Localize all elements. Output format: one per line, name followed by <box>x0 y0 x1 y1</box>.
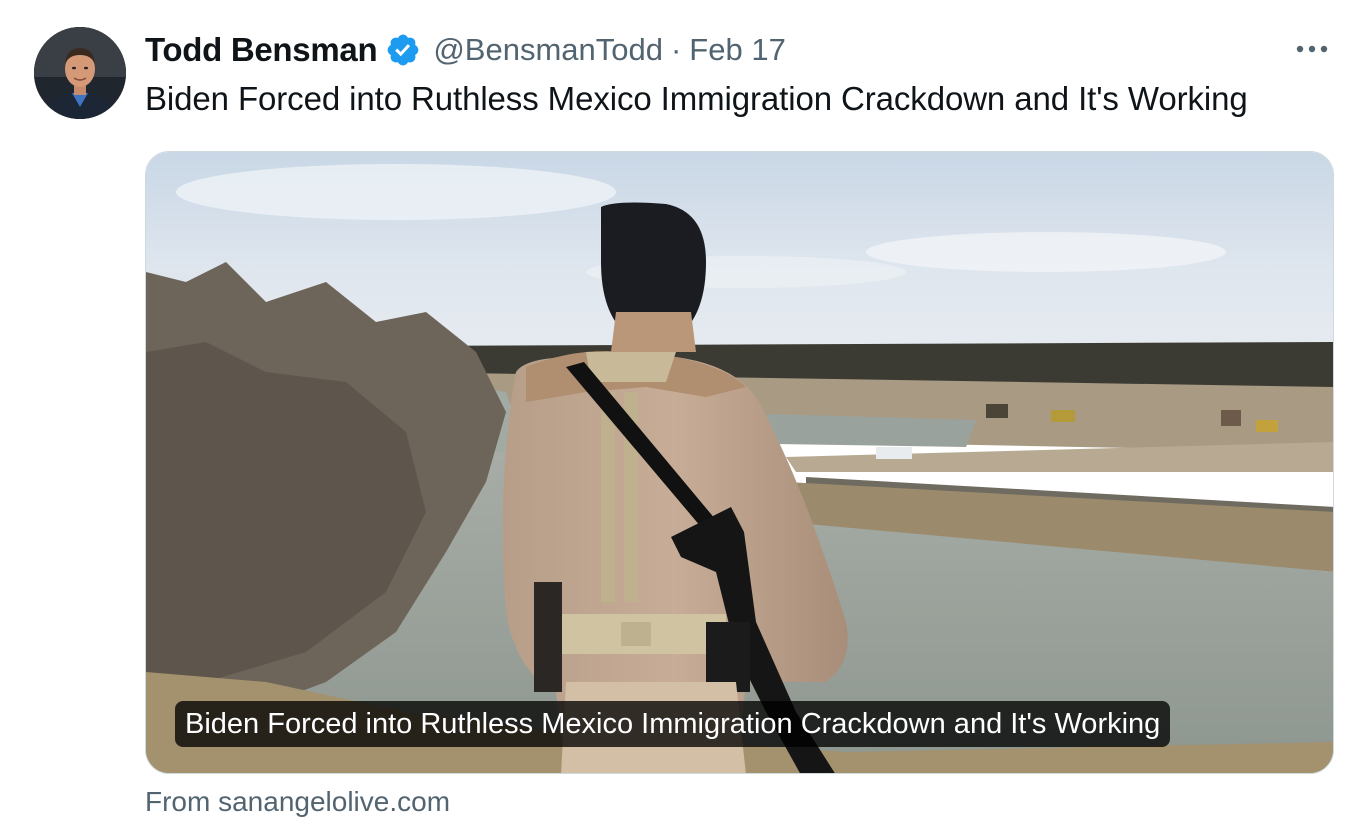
separator-dot: · <box>670 32 682 67</box>
more-options-button[interactable] <box>1290 34 1334 64</box>
author-handle[interactable]: @BensmanTodd <box>433 32 663 68</box>
tweet-header: Todd Bensman @BensmanTodd · Feb 17 <box>145 28 786 72</box>
more-horizontal-icon <box>1296 45 1328 53</box>
link-card-source[interactable]: From sanangelolive.com <box>145 786 450 818</box>
author-display-name[interactable]: Todd Bensman <box>145 31 378 69</box>
tweet-text: Biden Forced into Ruthless Mexico Immigr… <box>145 80 1248 117</box>
tweet-date[interactable]: Feb 17 <box>689 32 786 68</box>
tweet[interactable]: Todd Bensman @BensmanTodd · Feb 17 Biden… <box>0 0 1371 840</box>
link-card[interactable]: Biden Forced into Ruthless Mexico Immigr… <box>145 151 1334 774</box>
profile-photo-icon <box>34 27 126 119</box>
link-card-title: Biden Forced into Ruthless Mexico Immigr… <box>175 701 1171 747</box>
avatar[interactable] <box>34 27 126 119</box>
link-card-photo-icon <box>146 152 1333 773</box>
verified-badge-icon <box>385 32 421 68</box>
